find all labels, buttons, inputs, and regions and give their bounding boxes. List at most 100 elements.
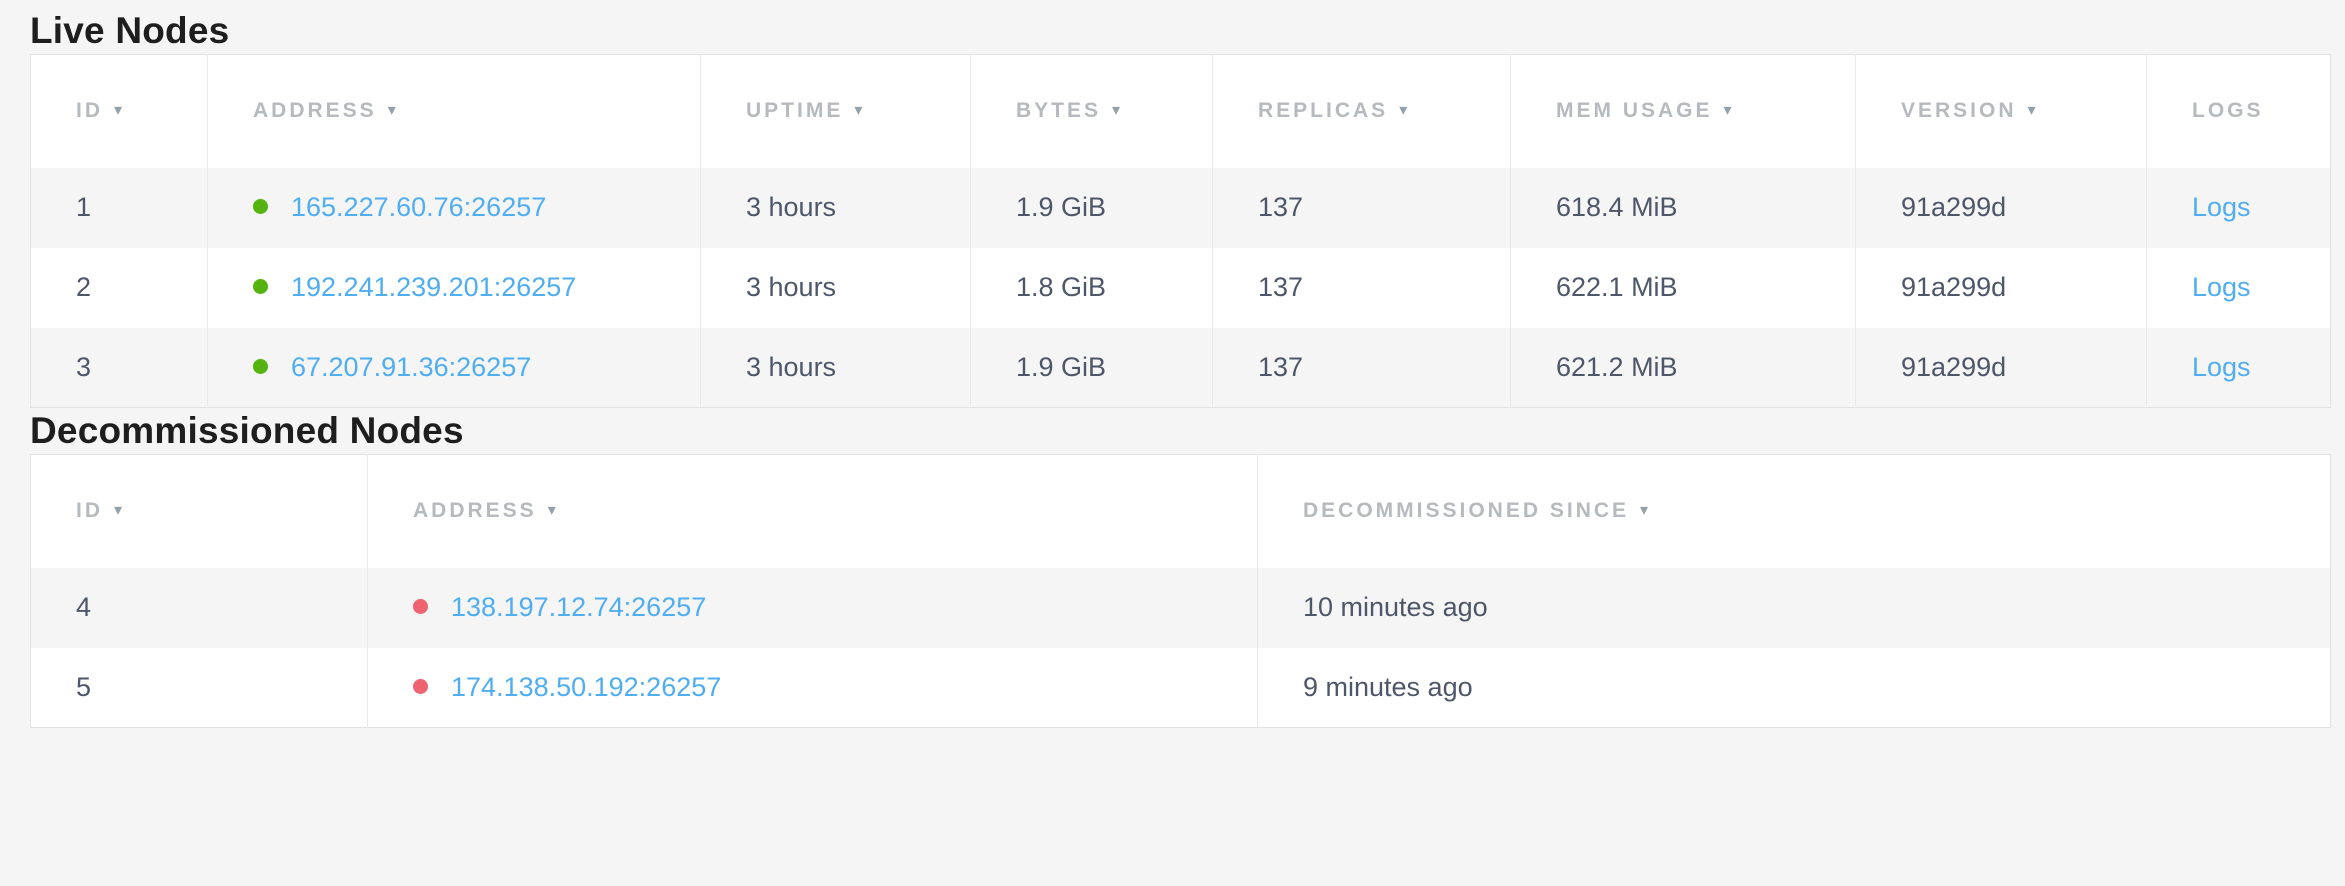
cell-value: 3 hours	[746, 192, 836, 222]
column-header-id[interactable]: ID ▾	[31, 455, 368, 568]
cell-value: 10 minutes ago	[1303, 592, 1488, 622]
sort-arrow-icon: ▾	[1112, 100, 1120, 120]
node-logs-link[interactable]: Logs	[2192, 352, 2251, 382]
node-address-link[interactable]: 174.138.50.192:26257	[451, 672, 721, 702]
node-row-1: 1 165.227.60.76:26257 3 hours 1.9 GiB 137 618…	[31, 168, 2331, 248]
cell-logs: Logs	[2147, 328, 2331, 408]
cell-value: 3 hours	[746, 352, 836, 382]
column-header-mem_usage[interactable]: MEM USAGE ▾	[1511, 55, 1856, 168]
node-address-link[interactable]: 138.197.12.74:26257	[451, 592, 706, 622]
sort-arrow-icon: ▾	[1399, 100, 1407, 120]
cell-uptime: 3 hours	[701, 248, 971, 328]
cell-value: 91a299d	[1901, 192, 2006, 222]
cell-uptime: 3 hours	[701, 328, 971, 408]
cell-mem_usage: 622.1 MiB	[1511, 248, 1856, 328]
cell-replicas: 137	[1213, 168, 1511, 248]
node-address-link[interactable]: 165.227.60.76:26257	[291, 192, 546, 222]
node-address-link[interactable]: 67.207.91.36:26257	[291, 352, 531, 382]
cell-id: 2	[31, 248, 208, 328]
live-status-dot-icon	[253, 279, 268, 294]
live-status-dot-icon	[253, 199, 268, 214]
cell-value: 621.2 MiB	[1556, 352, 1678, 382]
decommissioned-nodes-title: Decommissioned Nodes	[30, 408, 2330, 454]
node-row-3: 3 67.207.91.36:26257 3 hours 1.9 GiB 137 621.…	[31, 328, 2331, 408]
cell-value: 1.9 GiB	[1016, 192, 1106, 222]
cell-id: 4	[31, 568, 368, 648]
column-header-label: BYTES	[1016, 99, 1101, 122]
node-logs-link[interactable]: Logs	[2192, 272, 2251, 302]
column-header-label: ID	[76, 499, 103, 522]
node-logs-link[interactable]: Logs	[2192, 192, 2251, 222]
cell-decommissioned_since: 10 minutes ago	[1258, 568, 2331, 648]
cell-id: 5	[31, 648, 368, 728]
cell-value: 622.1 MiB	[1556, 272, 1678, 302]
decommissioned-nodes-table: ID ▾ ADDRESS▾ DECOMMISSIONED SINCE ▾ 4 138.19…	[30, 454, 2331, 728]
column-header-replicas[interactable]: REPLICAS ▾	[1213, 55, 1511, 168]
column-header-version[interactable]: VERSION ▾	[1856, 55, 2147, 168]
cell-value: 1.9 GiB	[1016, 352, 1106, 382]
node-row-2: 2 192.241.239.201:26257 3 hours 1.8 GiB 137 6…	[31, 248, 2331, 328]
sort-arrow-icon: ▾	[2028, 100, 2036, 120]
column-header-label: MEM USAGE	[1556, 99, 1713, 122]
cell-value: 3 hours	[746, 272, 836, 302]
cell-value: 618.4 MiB	[1556, 192, 1678, 222]
cell-bytes: 1.8 GiB	[971, 248, 1213, 328]
column-header-label: LOGS	[2192, 99, 2264, 122]
cell-logs: Logs	[2147, 248, 2331, 328]
column-header-label: REPLICAS	[1258, 99, 1388, 122]
cell-value: 1	[76, 192, 91, 222]
cell-bytes: 1.9 GiB	[971, 168, 1213, 248]
cell-mem_usage: 618.4 MiB	[1511, 168, 1856, 248]
sort-arrow-icon: ▾	[1724, 100, 1732, 120]
column-header-label: VERSION	[1901, 99, 2017, 122]
cell-value: 137	[1258, 192, 1303, 222]
cell-version: 91a299d	[1856, 168, 2147, 248]
column-header-decommissioned_since[interactable]: DECOMMISSIONED SINCE ▾	[1258, 455, 2331, 568]
node-address-link[interactable]: 192.241.239.201:26257	[291, 272, 576, 302]
column-header-bytes[interactable]: BYTES ▾	[971, 55, 1213, 168]
column-header-label: ID	[76, 99, 103, 122]
cell-uptime: 3 hours	[701, 168, 971, 248]
cell-value: 4	[76, 592, 91, 622]
sort-arrow-icon: ▾	[388, 100, 396, 120]
node-row-5: 5 174.138.50.192:26257 9 minutes ago	[31, 648, 2331, 728]
cell-version: 91a299d	[1856, 328, 2147, 408]
column-header-logs: LOGS	[2147, 55, 2331, 168]
cell-logs: Logs	[2147, 168, 2331, 248]
cell-address: 192.241.239.201:26257	[208, 248, 701, 328]
column-header-id[interactable]: ID ▾	[31, 55, 208, 168]
live-nodes-table: ID▾ADDRESS▾UPTIME▾BYTES▾REPLICAS▾MEM USA…	[30, 54, 2331, 408]
column-header-uptime[interactable]: UPTIME▾	[701, 55, 971, 168]
cell-value: 9 minutes ago	[1303, 672, 1473, 702]
decommissioned-status-dot-icon	[413, 679, 428, 694]
column-header-address[interactable]: ADDRESS▾	[368, 455, 1258, 568]
column-header-label: ADDRESS	[253, 99, 377, 122]
cell-bytes: 1.9 GiB	[971, 328, 1213, 408]
decommissioned-status-dot-icon	[413, 599, 428, 614]
cell-address: 165.227.60.76:26257	[208, 168, 701, 248]
cell-value: 3	[76, 352, 91, 382]
column-header-label: UPTIME	[746, 99, 843, 122]
cell-value: 91a299d	[1901, 352, 2006, 382]
cell-address: 67.207.91.36:26257	[208, 328, 701, 408]
cell-value: 137	[1258, 352, 1303, 382]
cell-value: 5	[76, 672, 91, 702]
cell-value: 1.8 GiB	[1016, 272, 1106, 302]
sort-arrow-icon: ▾	[114, 100, 122, 120]
live-status-dot-icon	[253, 359, 268, 374]
cell-value: 137	[1258, 272, 1303, 302]
decommissioned-nodes-header-row: ID ▾ ADDRESS▾ DECOMMISSIONED SINCE ▾	[31, 455, 2331, 568]
sort-arrow-icon: ▾	[1640, 500, 1648, 520]
cell-value: 2	[76, 272, 91, 302]
live-nodes-title: Live Nodes	[30, 8, 2330, 54]
column-header-label: ADDRESS	[413, 499, 537, 522]
cell-address: 174.138.50.192:26257	[368, 648, 1258, 728]
sort-arrow-icon: ▾	[114, 500, 122, 520]
column-header-label: DECOMMISSIONED SINCE	[1303, 499, 1629, 522]
column-header-address[interactable]: ADDRESS ▾	[208, 55, 701, 168]
cell-value: 91a299d	[1901, 272, 2006, 302]
cell-address: 138.197.12.74:26257	[368, 568, 1258, 648]
nodes-overview-page: Live Nodes ID▾ADDRESS▾UPTIME▾BYTES▾REPLI…	[0, 0, 2345, 728]
cell-mem_usage: 621.2 MiB	[1511, 328, 1856, 408]
cell-replicas: 137	[1213, 328, 1511, 408]
